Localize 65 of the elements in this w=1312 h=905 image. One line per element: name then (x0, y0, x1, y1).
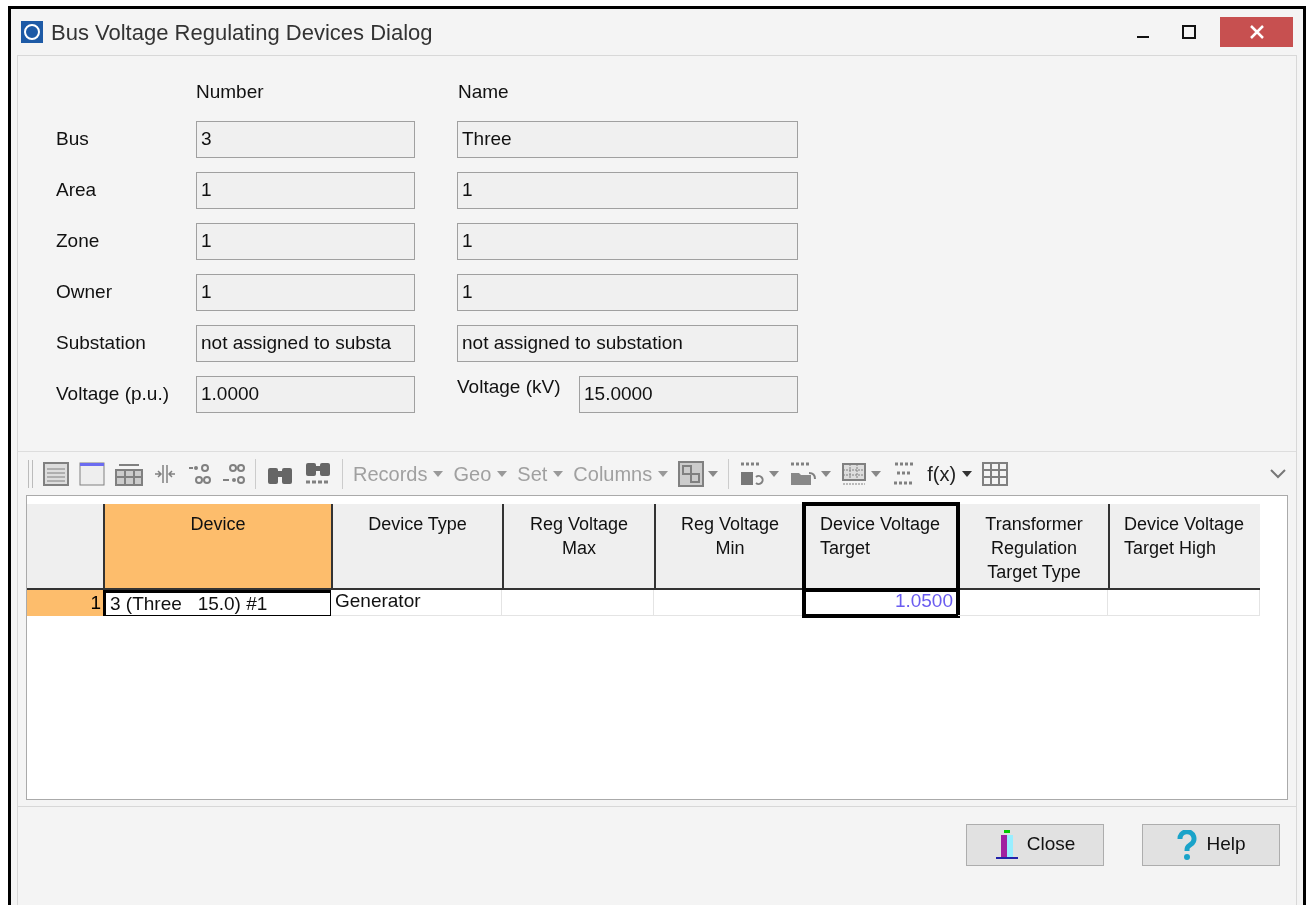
table-cell[interactable]: 1.0500 (804, 590, 958, 616)
window-title: Bus Voltage Regulating Devices Dialog (51, 18, 433, 47)
layout-icon[interactable] (678, 460, 705, 487)
help-button[interactable]: Help (1142, 823, 1280, 866)
grid-options-icon[interactable] (115, 461, 143, 486)
field-label: Owner (56, 280, 113, 305)
toolbar-menu[interactable]: f(x) (927, 458, 973, 489)
name-field[interactable]: 1 (457, 172, 798, 209)
field-label: Area (56, 178, 98, 203)
table-cell[interactable] (958, 590, 1108, 616)
decimal-right-icon[interactable] (221, 461, 245, 486)
number-field[interactable]: 1 (196, 274, 415, 311)
caret-icon (658, 470, 669, 477)
column-header[interactable]: Reg Voltage Min (654, 504, 804, 590)
caret-icon[interactable] (769, 470, 780, 477)
column-label: Number (196, 80, 265, 104)
door-icon (994, 828, 1019, 861)
field-label: Substation (56, 331, 147, 356)
column-header[interactable]: Transformer Regulation Target Type (958, 504, 1108, 590)
table-icon[interactable] (43, 461, 69, 486)
row-header[interactable]: 1 (27, 590, 103, 616)
caret-icon (553, 470, 564, 477)
table-cell[interactable] (502, 590, 654, 616)
number-field[interactable]: 1 (196, 223, 415, 260)
voltage-pu-field[interactable]: 1.0000 (196, 376, 415, 413)
table-edit-icon[interactable] (841, 460, 868, 487)
field-label: Voltage (p.u.) (56, 382, 171, 407)
column-header[interactable]: Reg Voltage Max (502, 504, 654, 590)
caret-icon[interactable] (708, 470, 719, 477)
number-field[interactable]: 3 (196, 121, 415, 158)
voltage-kv-field[interactable]: 15.0000 (579, 376, 798, 413)
caret-icon (433, 470, 444, 477)
column-header[interactable]: Device Voltage Target High (1108, 504, 1260, 590)
table-cell[interactable]: 3 (Three 15.0) #1 (103, 590, 331, 616)
caret-icon (962, 470, 973, 477)
app-logo-icon (21, 21, 43, 43)
caret-icon[interactable] (871, 470, 882, 477)
chevron-down-icon[interactable] (1270, 468, 1286, 479)
name-field[interactable]: 1 (457, 223, 798, 260)
binoculars-icon[interactable] (304, 460, 332, 487)
column-label: Name (458, 80, 509, 104)
open-folder-icon[interactable] (789, 460, 818, 487)
number-field[interactable]: 1 (196, 172, 415, 209)
field-label: Bus (56, 127, 90, 152)
name-field[interactable]: Three (457, 121, 798, 158)
name-field[interactable]: not assigned to substation (457, 325, 798, 362)
field-label: Zone (56, 229, 101, 254)
table-cell[interactable] (1108, 590, 1260, 616)
name-field[interactable]: 1 (457, 274, 798, 311)
field-label: Voltage (kV) (457, 375, 562, 399)
table-cell[interactable]: Generator (331, 590, 502, 616)
number-field[interactable]: not assigned to substa (196, 325, 415, 362)
close-window-button[interactable] (1220, 17, 1293, 47)
column-header[interactable]: Device Voltage Target (804, 504, 958, 590)
close-icon (1249, 25, 1264, 39)
caret-icon (497, 470, 508, 477)
window-icon[interactable] (79, 461, 105, 486)
decimal-left-icon[interactable] (187, 461, 211, 486)
question-mark-icon (1176, 829, 1199, 860)
maximize-icon[interactable] (1182, 25, 1196, 39)
column-header[interactable]: Device (103, 504, 331, 590)
column-header[interactable]: Device Type (331, 504, 502, 590)
caret-icon[interactable] (821, 470, 832, 477)
close-button[interactable]: Close (966, 823, 1104, 866)
grid-icon[interactable] (982, 461, 1009, 486)
